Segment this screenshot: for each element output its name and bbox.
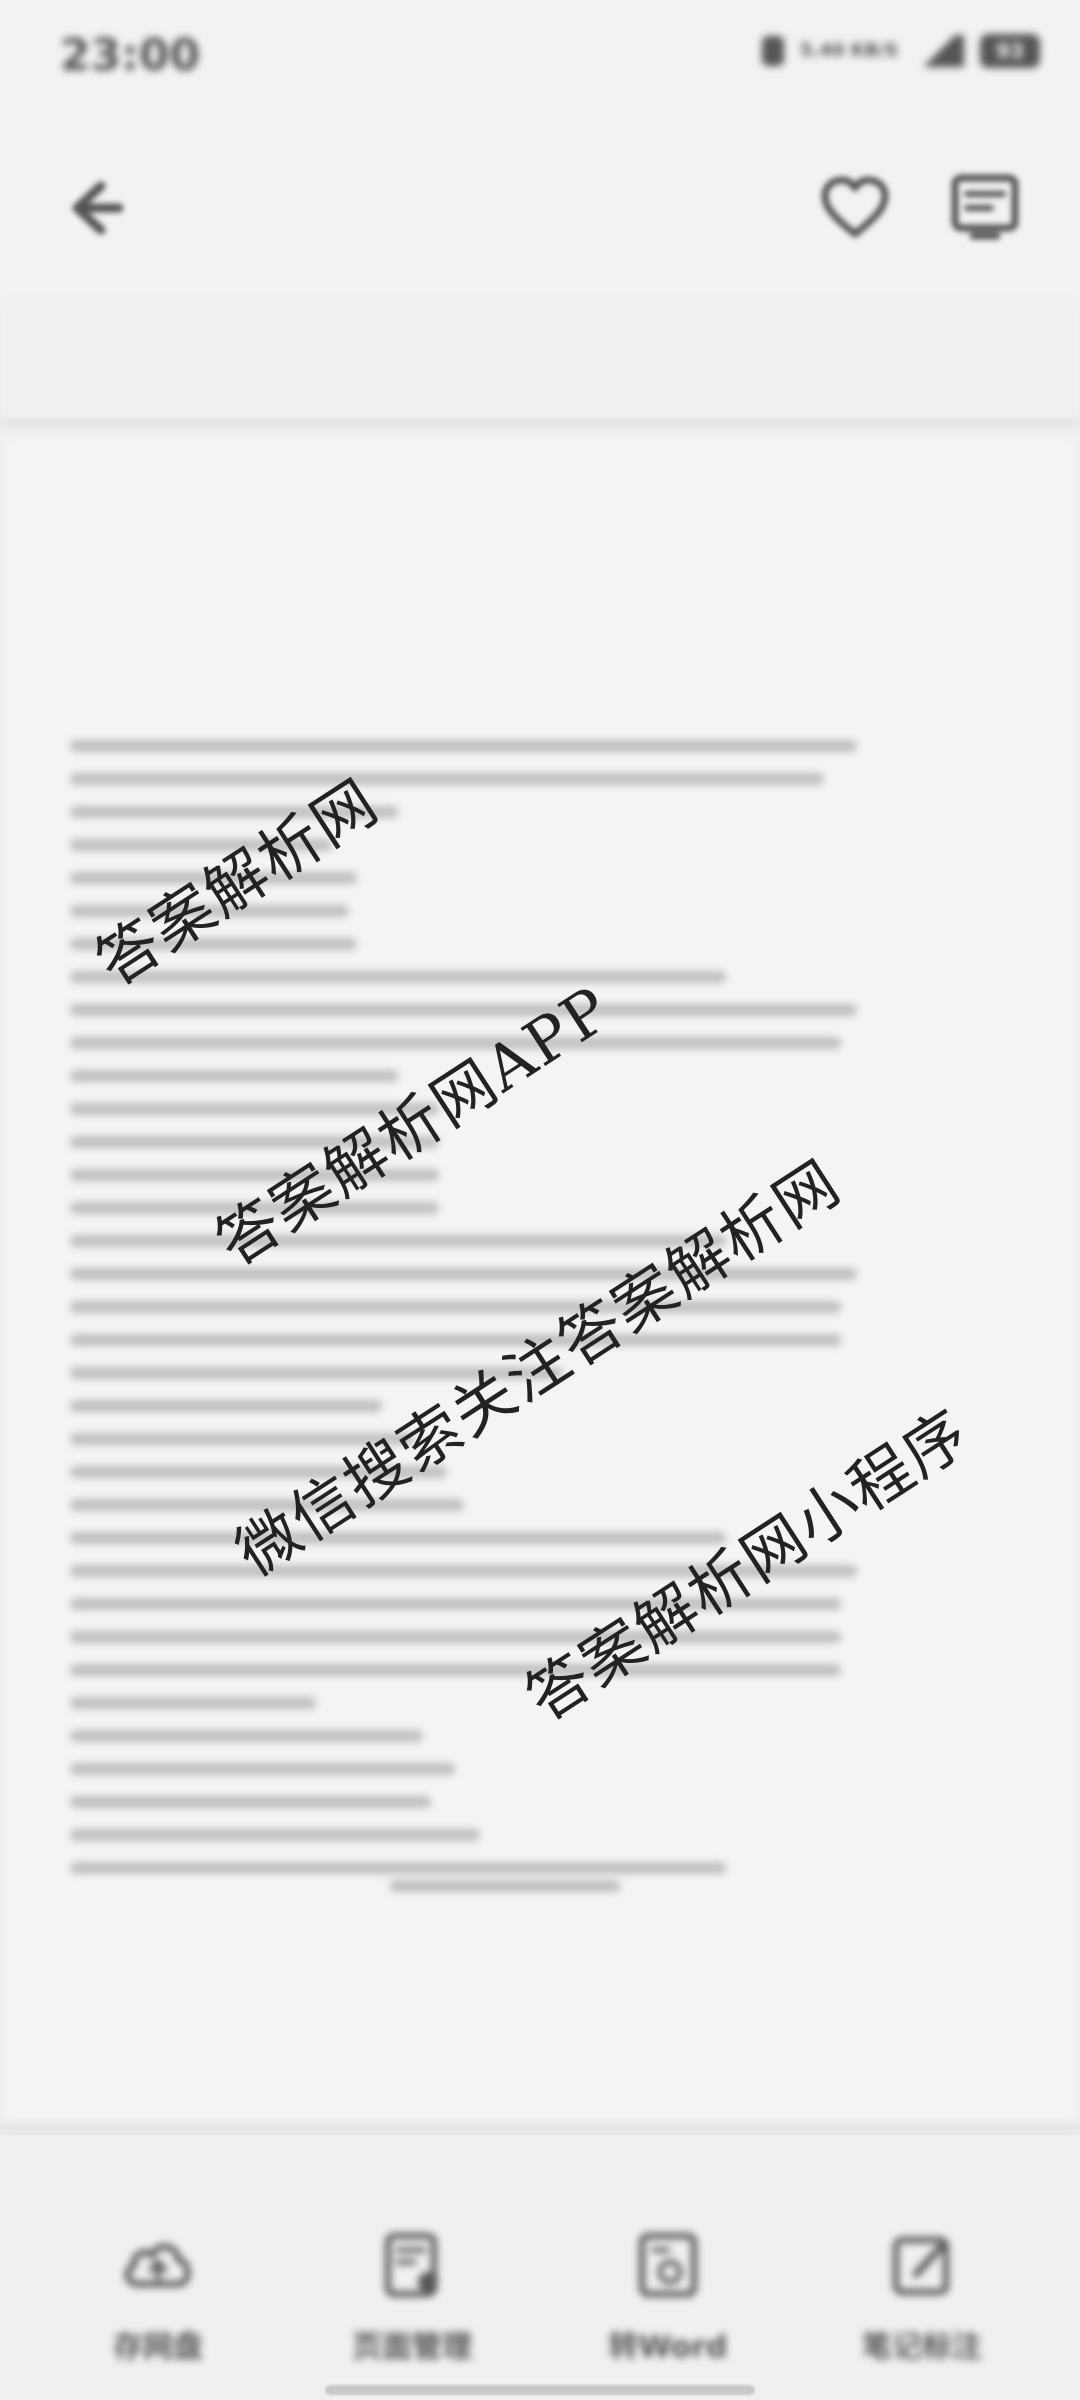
- save-to-cloud-button[interactable]: 存网盘: [58, 2230, 258, 2366]
- page-footer: [390, 1880, 620, 1892]
- toolbar-label: 存网盘: [113, 2330, 203, 2365]
- convert-word-button[interactable]: 转Word: [568, 2230, 768, 2366]
- sub-toolbar: [0, 298, 1080, 418]
- toolbar-label: 转Word: [608, 2330, 728, 2365]
- document-area[interactable]: [0, 440, 1080, 2130]
- arrow-left-icon: [72, 181, 124, 235]
- home-indicator[interactable]: [325, 2385, 755, 2395]
- lock-icon: [762, 36, 785, 66]
- note-annotate-button[interactable]: 笔记标注: [822, 2230, 1022, 2366]
- favorite-button[interactable]: [815, 168, 895, 248]
- toolbar-label: 页面管理: [352, 2330, 472, 2365]
- back-button[interactable]: [55, 168, 135, 248]
- edit-note-icon: [893, 2237, 949, 2295]
- heart-icon: [821, 176, 889, 238]
- document-menu-button[interactable]: [945, 168, 1025, 248]
- signal-icon: [914, 35, 964, 67]
- document-viewer-screen: 23:00 5.40 KB/S 93 答案解析网 答案解析网APP 微信搜索关注…: [0, 0, 1080, 2400]
- bottom-toolbar: 存网盘 页面管理 转Word 笔记标注: [0, 2135, 1080, 2400]
- status-time: 23:00: [60, 30, 201, 81]
- page-manage-button[interactable]: 页面管理: [312, 2230, 512, 2366]
- document-menu-icon: [951, 174, 1019, 240]
- status-bar: 23:00 5.40 KB/S 93: [0, 0, 1080, 118]
- top-app-bar: [0, 118, 1080, 298]
- page-manage-icon: [385, 2233, 438, 2297]
- convert-word-icon: [639, 2233, 697, 2297]
- battery-indicator: 93: [980, 34, 1040, 68]
- status-icons: 5.40 KB/S 93: [762, 34, 1040, 68]
- toolbar-label: 笔记标注: [862, 2330, 982, 2365]
- network-speed: 5.40 KB/S: [800, 40, 898, 61]
- cloud-save-icon: [124, 2243, 191, 2287]
